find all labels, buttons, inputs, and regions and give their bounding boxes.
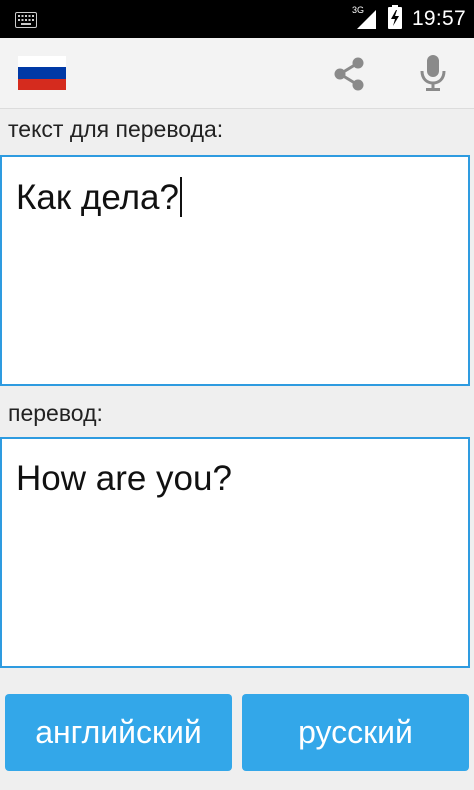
from-language-button[interactable]: английский bbox=[5, 694, 232, 771]
translation-label: перевод: bbox=[8, 400, 103, 426]
russian-flag-icon[interactable] bbox=[18, 56, 66, 90]
translation-output[interactable]: How are you? bbox=[0, 437, 470, 668]
clock: 19:57 bbox=[411, 7, 466, 30]
source-text-input[interactable]: Как дела? bbox=[0, 155, 470, 386]
battery-icon bbox=[387, 4, 402, 34]
signal-icon: 3G bbox=[352, 5, 378, 30]
mic-icon bbox=[420, 55, 446, 91]
to-language-button[interactable]: русский bbox=[242, 694, 469, 771]
source-text-label: текст для перевода: bbox=[8, 116, 224, 142]
action-bar bbox=[0, 38, 474, 109]
share-icon bbox=[334, 57, 364, 91]
source-text-value: Как дела? bbox=[16, 177, 182, 218]
share-button[interactable] bbox=[330, 55, 368, 93]
keyboard-icon bbox=[15, 12, 37, 33]
status-bar: 3G 19:57 bbox=[0, 0, 474, 38]
translation-text-value: How are you? bbox=[16, 459, 232, 498]
text-cursor bbox=[179, 177, 182, 217]
voice-input-button[interactable] bbox=[414, 53, 452, 93]
